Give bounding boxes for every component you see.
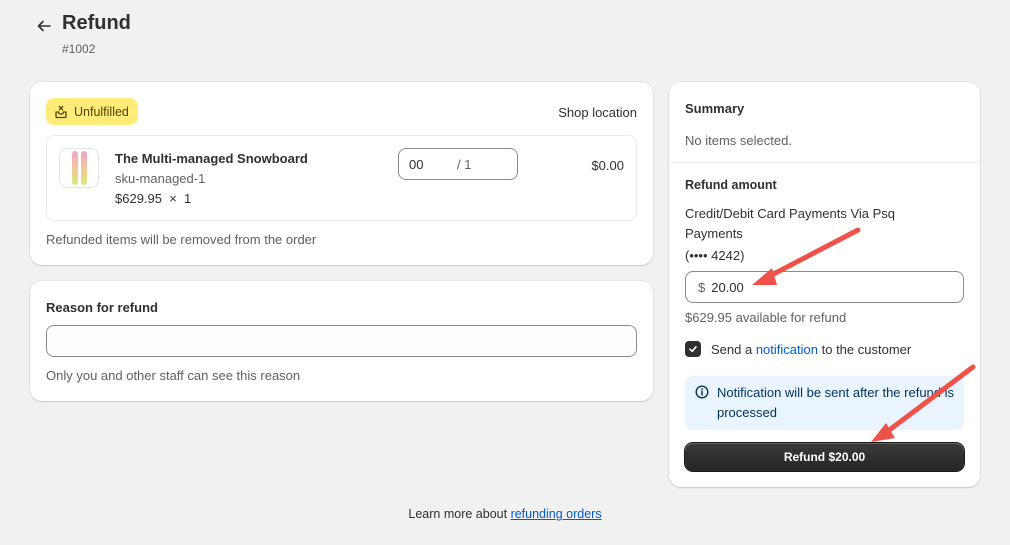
notify-prefix: Send a bbox=[711, 341, 753, 357]
summary-title: Summary bbox=[685, 101, 745, 116]
reason-help-text: Only you and other staff can see this re… bbox=[46, 368, 301, 383]
snowboard-image bbox=[71, 151, 78, 185]
notify-label: Send a notification to the customer bbox=[711, 342, 911, 357]
reason-card: Reason for refund Only you and other sta… bbox=[30, 281, 653, 401]
badge-label: Unfulfilled bbox=[74, 104, 129, 119]
notification-info-banner: Notification will be sent after the refu… bbox=[685, 376, 964, 430]
notification-link[interactable]: notification bbox=[756, 342, 818, 357]
refund-button[interactable]: Refund $20.00 bbox=[685, 443, 964, 471]
location-label: Shop location bbox=[558, 105, 637, 120]
product-price-qty: $629.95 × 1 bbox=[115, 191, 192, 206]
items-note: Refunded items will be removed from the … bbox=[46, 232, 317, 247]
card-mask: (•••• 4242) bbox=[685, 248, 745, 263]
refund-quantity-input[interactable] bbox=[409, 156, 449, 172]
product-sku: sku-managed-1 bbox=[115, 171, 206, 186]
summary-empty-text: No items selected. bbox=[685, 133, 792, 148]
divider bbox=[669, 162, 980, 163]
refund-amount-field[interactable]: $ bbox=[685, 271, 964, 303]
info-banner-text: Notification will be sent after the refu… bbox=[717, 385, 955, 420]
available-for-refund: $629.95 available for refund bbox=[685, 310, 847, 325]
checkmark-icon bbox=[689, 346, 697, 353]
quantity-max: / 1 bbox=[457, 156, 472, 172]
order-number: #1002 bbox=[62, 42, 96, 56]
reason-label: Reason for refund bbox=[46, 300, 158, 315]
back-button[interactable] bbox=[34, 16, 54, 36]
summary-card: Summary No items selected. Refund amount… bbox=[669, 82, 980, 487]
refund-amount-input[interactable] bbox=[711, 279, 951, 295]
fulfillment-box-icon bbox=[55, 105, 67, 118]
snowboard-image bbox=[80, 151, 87, 185]
product-thumbnail bbox=[59, 148, 99, 188]
line-total: $0.00 bbox=[591, 158, 624, 173]
footer-help: Learn more about refunding orders bbox=[0, 507, 1010, 521]
product-name[interactable]: The Multi-managed Snowboard bbox=[115, 151, 308, 166]
refund-amount-title: Refund amount bbox=[685, 178, 777, 192]
unfulfilled-items-card: Unfulfilled Shop location The Multi-mana… bbox=[30, 82, 653, 265]
info-icon bbox=[695, 383, 709, 430]
notify-suffix: to the customer bbox=[821, 341, 912, 357]
payment-method: Credit/Debit Card Payments Via Psq Payme… bbox=[685, 206, 896, 241]
footer-prefix: Learn more about bbox=[408, 507, 508, 521]
refund-quantity-field[interactable]: / 1 bbox=[398, 148, 518, 180]
reason-input[interactable] bbox=[46, 325, 637, 357]
unfulfilled-badge: Unfulfilled bbox=[46, 98, 138, 125]
notify-customer-row: Send a notification to the customer bbox=[685, 341, 911, 357]
currency-symbol: $ bbox=[698, 279, 706, 295]
arrow-left-icon bbox=[37, 20, 51, 32]
notify-checkbox[interactable] bbox=[685, 341, 701, 357]
page-title: Refund bbox=[62, 12, 131, 34]
line-item: The Multi-managed Snowboard sku-managed-… bbox=[46, 135, 637, 221]
refunding-orders-link[interactable]: refunding orders bbox=[511, 507, 602, 521]
